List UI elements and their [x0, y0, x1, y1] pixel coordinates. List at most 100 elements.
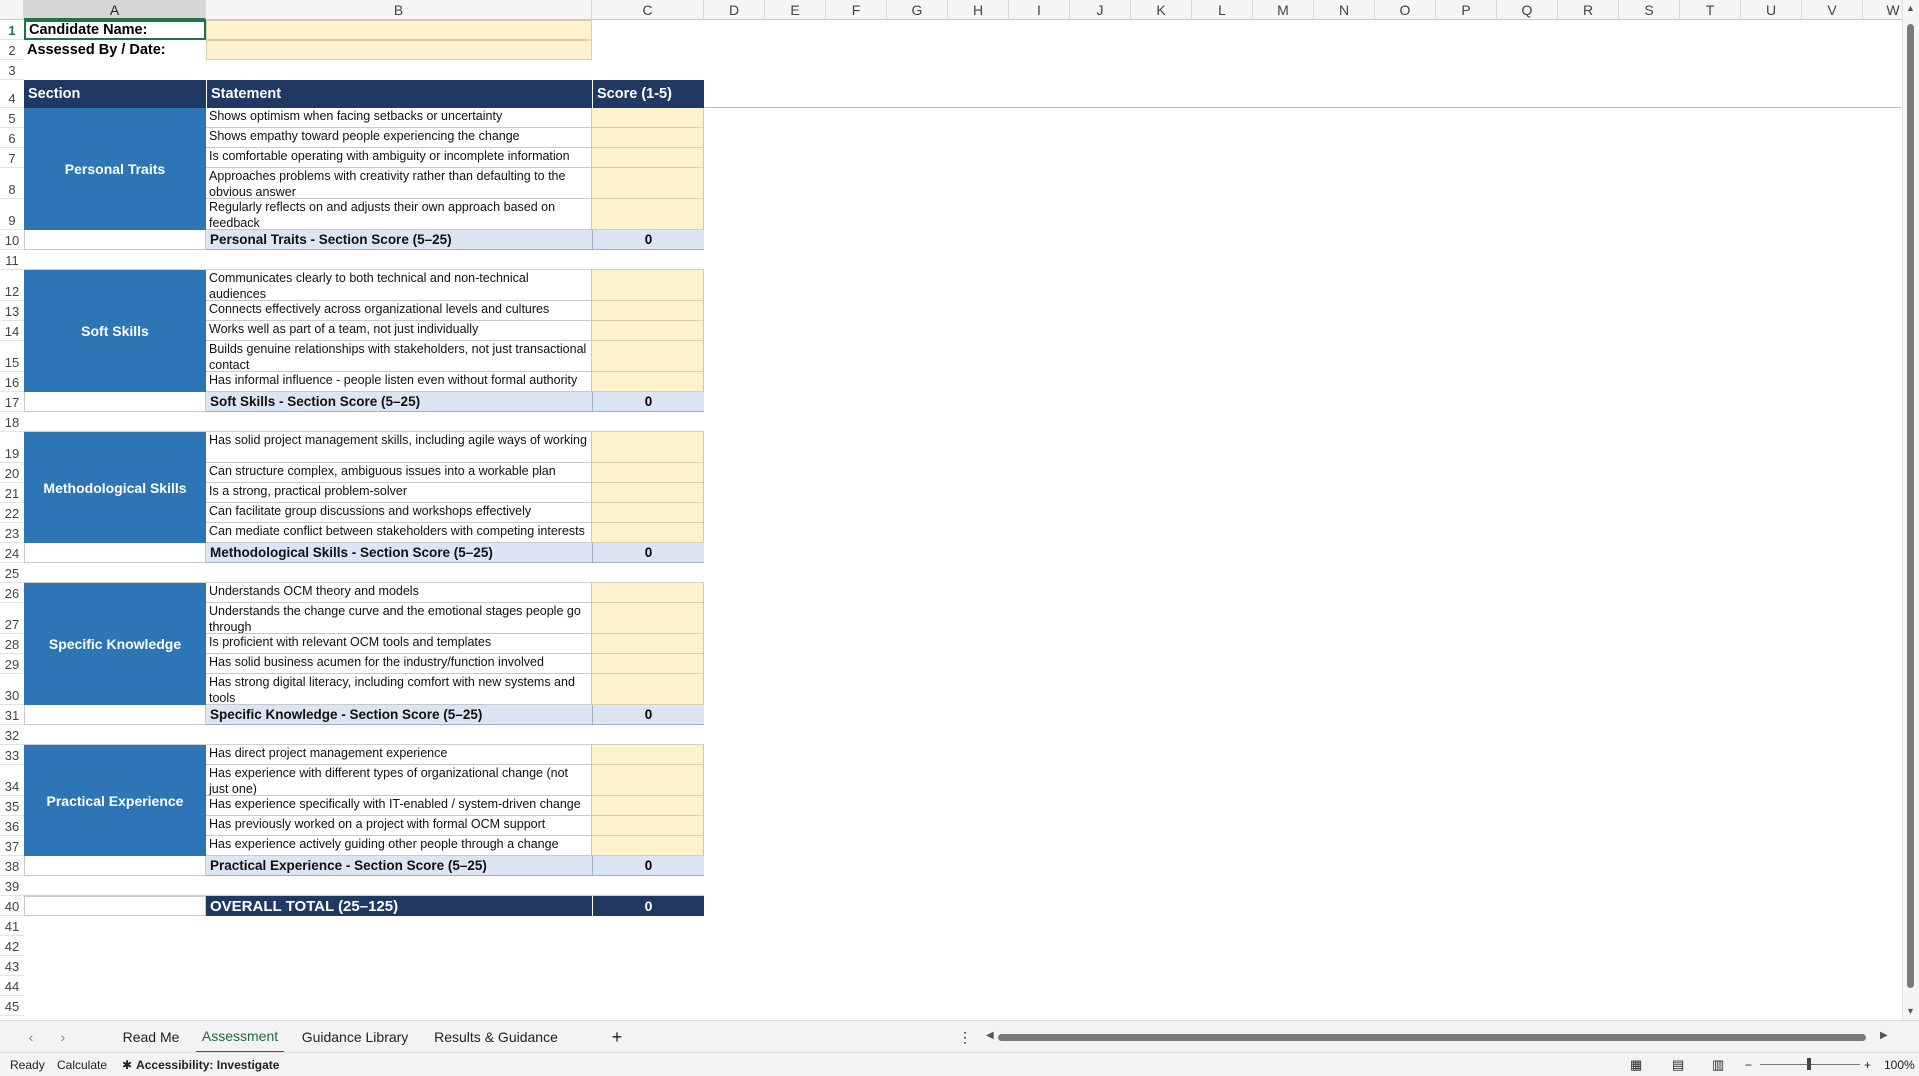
- row-header-2[interactable]: 2: [0, 40, 24, 60]
- score-input[interactable]: [592, 301, 704, 321]
- column-header-p[interactable]: P: [1436, 0, 1497, 20]
- score-input[interactable]: [592, 745, 704, 765]
- scroll-up-icon[interactable]: ▲: [1906, 3, 1915, 13]
- score-input[interactable]: [592, 523, 704, 543]
- row-header-45[interactable]: 45: [0, 996, 24, 1016]
- row-header-29[interactable]: 29: [0, 654, 24, 674]
- zoom-in-icon[interactable]: +: [1864, 1053, 1871, 1076]
- row-header-30[interactable]: 30: [0, 674, 24, 705]
- score-input[interactable]: [592, 765, 704, 796]
- row-header-41[interactable]: 41: [0, 916, 24, 936]
- row-header-27[interactable]: 27: [0, 603, 24, 634]
- column-header-q[interactable]: Q: [1497, 0, 1558, 20]
- column-header-m[interactable]: M: [1253, 0, 1314, 20]
- vertical-scrollbar[interactable]: ▲ ▼: [1902, 0, 1919, 1020]
- column-header-u[interactable]: U: [1741, 0, 1802, 20]
- row-header-1[interactable]: 1: [0, 20, 24, 40]
- score-input[interactable]: [592, 199, 704, 230]
- column-header-h[interactable]: H: [948, 0, 1009, 20]
- prev-sheet-icon[interactable]: ‹: [22, 1021, 40, 1053]
- zoom-level[interactable]: 100%: [1884, 1053, 1915, 1076]
- row-header-33[interactable]: 33: [0, 745, 24, 765]
- score-input[interactable]: [592, 108, 704, 128]
- score-input[interactable]: [592, 796, 704, 816]
- zoom-slider-thumb[interactable]: [1807, 1058, 1811, 1070]
- score-input[interactable]: [592, 341, 704, 372]
- sheet-tab-assessment[interactable]: Assessment: [196, 1021, 284, 1053]
- score-input[interactable]: [592, 270, 704, 301]
- score-input[interactable]: [592, 483, 704, 503]
- horizontal-scrollbar[interactable]: ◀ ▶: [986, 1030, 1888, 1044]
- scroll-right-icon[interactable]: ▶: [1880, 1030, 1888, 1041]
- sheet-tab-guidance-library[interactable]: Guidance Library: [292, 1021, 418, 1053]
- row-header-12[interactable]: 12: [0, 270, 24, 301]
- row-header-37[interactable]: 37: [0, 836, 24, 856]
- row-header-24[interactable]: 24: [0, 543, 24, 563]
- add-sheet-button[interactable]: +: [604, 1021, 630, 1053]
- accessibility-status[interactable]: ✱ Accessibility: Investigate: [122, 1053, 279, 1076]
- row-header-35[interactable]: 35: [0, 796, 24, 816]
- row-header-36[interactable]: 36: [0, 816, 24, 836]
- row-header-9[interactable]: 9: [0, 199, 24, 230]
- row-header-6[interactable]: 6: [0, 128, 24, 148]
- select-all-corner[interactable]: [0, 0, 24, 20]
- row-header-7[interactable]: 7: [0, 148, 24, 168]
- more-options-icon[interactable]: ⋮: [958, 1021, 972, 1053]
- score-input[interactable]: [592, 372, 704, 392]
- assessed-by-input[interactable]: [206, 40, 592, 60]
- score-input[interactable]: [592, 432, 704, 463]
- row-header-34[interactable]: 34: [0, 765, 24, 796]
- row-header-25[interactable]: 25: [0, 563, 24, 583]
- zoom-out-icon[interactable]: −: [1745, 1053, 1752, 1076]
- row-header-8[interactable]: 8: [0, 168, 24, 199]
- column-header-o[interactable]: O: [1375, 0, 1436, 20]
- row-header-16[interactable]: 16: [0, 372, 24, 392]
- column-header-l[interactable]: L: [1192, 0, 1253, 20]
- row-header-26[interactable]: 26: [0, 583, 24, 603]
- column-header-f[interactable]: F: [826, 0, 887, 20]
- row-header-10[interactable]: 10: [0, 230, 24, 250]
- score-input[interactable]: [592, 583, 704, 603]
- row-header-43[interactable]: 43: [0, 956, 24, 976]
- score-input[interactable]: [592, 321, 704, 341]
- page-break-view-icon[interactable]: ▥: [1712, 1053, 1724, 1076]
- row-header-11[interactable]: 11: [0, 250, 24, 270]
- vertical-scroll-thumb[interactable]: [1907, 24, 1914, 988]
- row-header-15[interactable]: 15: [0, 341, 24, 372]
- column-header-v[interactable]: V: [1802, 0, 1863, 20]
- column-header-g[interactable]: G: [887, 0, 948, 20]
- column-header-i[interactable]: I: [1009, 0, 1070, 20]
- row-header-13[interactable]: 13: [0, 301, 24, 321]
- row-header-4[interactable]: 4: [0, 80, 24, 108]
- calculate-button[interactable]: Calculate: [57, 1053, 107, 1076]
- column-header-t[interactable]: T: [1680, 0, 1741, 20]
- row-header-5[interactable]: 5: [0, 108, 24, 128]
- score-input[interactable]: [592, 816, 704, 836]
- row-header-21[interactable]: 21: [0, 483, 24, 503]
- row-header-40[interactable]: 40: [0, 896, 24, 916]
- row-header-23[interactable]: 23: [0, 523, 24, 543]
- score-input[interactable]: [592, 836, 704, 856]
- sheet-tab-results-guidance[interactable]: Results & Guidance: [424, 1021, 568, 1053]
- score-input[interactable]: [592, 503, 704, 523]
- row-header-14[interactable]: 14: [0, 321, 24, 341]
- scroll-left-icon[interactable]: ◀: [986, 1030, 994, 1041]
- row-header-28[interactable]: 28: [0, 634, 24, 654]
- row-header-31[interactable]: 31: [0, 705, 24, 725]
- page-layout-view-icon[interactable]: ▤: [1672, 1053, 1684, 1076]
- next-sheet-icon[interactable]: ›: [54, 1021, 72, 1053]
- normal-view-icon[interactable]: ▦: [1630, 1053, 1642, 1076]
- column-header-r[interactable]: R: [1558, 0, 1619, 20]
- column-header-k[interactable]: K: [1131, 0, 1192, 20]
- sheet-tab-read-me[interactable]: Read Me: [110, 1021, 192, 1053]
- spreadsheet-grid[interactable]: ABCDEFGHIJKLMNOPQRSTUVW 1 2 3 4 5 6 7 8 9 10 11 12 1…: [0, 0, 1919, 1020]
- row-header-32[interactable]: 32: [0, 725, 24, 745]
- row-header-19[interactable]: 19: [0, 432, 24, 463]
- column-header-j[interactable]: J: [1070, 0, 1131, 20]
- score-input[interactable]: [592, 634, 704, 654]
- row-header-38[interactable]: 38: [0, 856, 24, 876]
- row-header-22[interactable]: 22: [0, 503, 24, 523]
- column-header-e[interactable]: E: [765, 0, 826, 20]
- score-input[interactable]: [592, 148, 704, 168]
- score-input[interactable]: [592, 168, 704, 199]
